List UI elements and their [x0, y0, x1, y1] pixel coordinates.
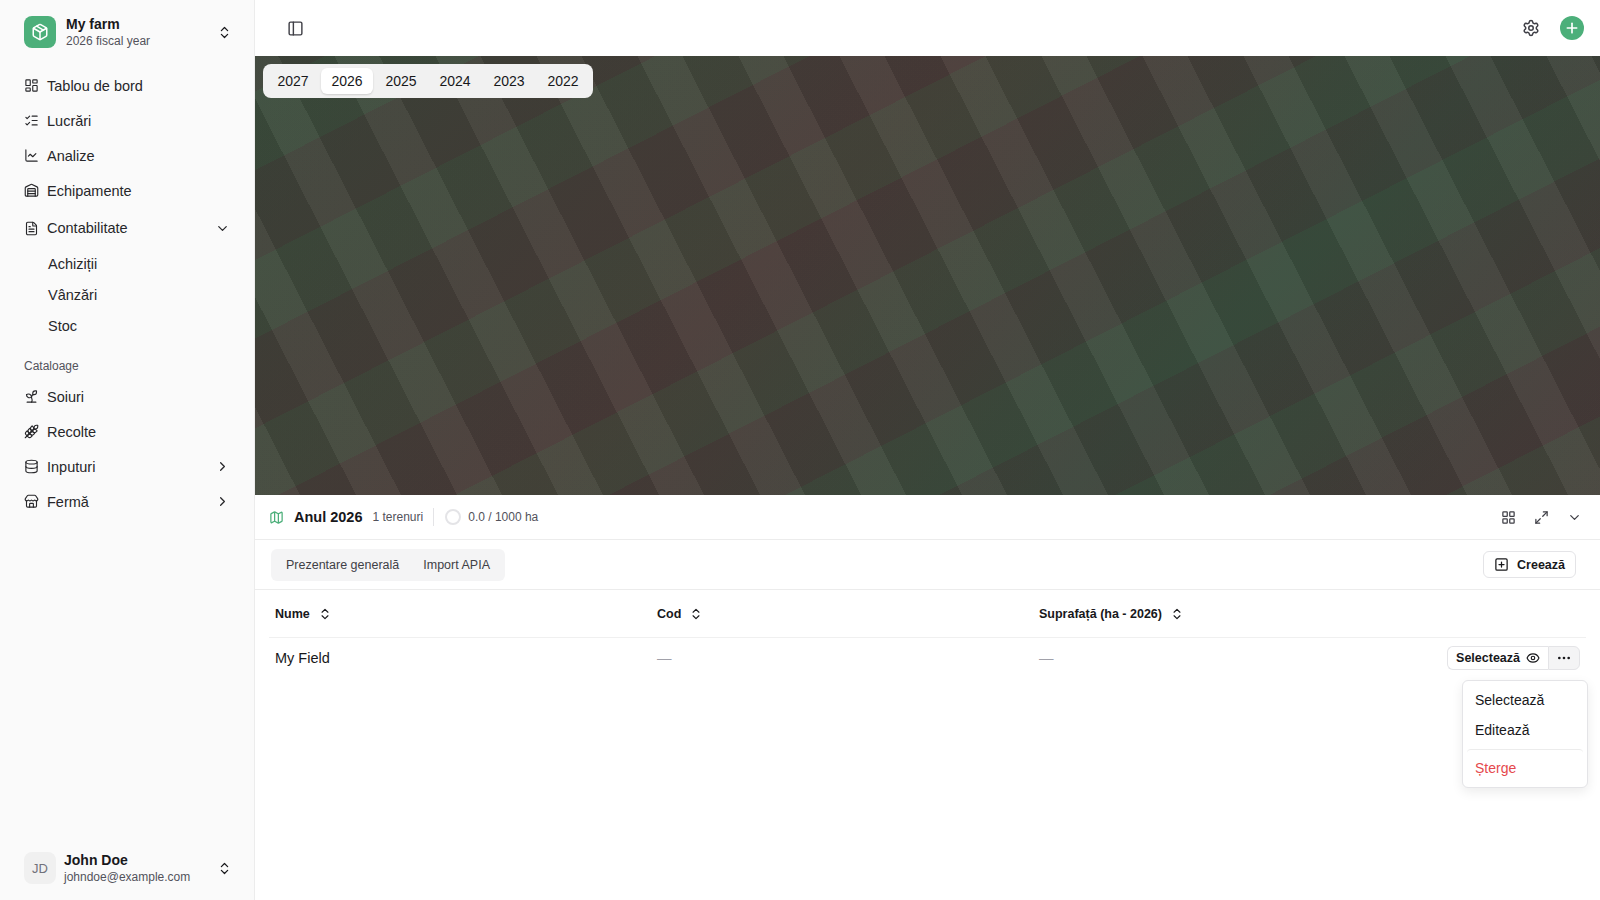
menu-item[interactable]: Selectează — [1467, 685, 1583, 715]
farm-logo-icon — [31, 23, 49, 41]
menu-item[interactable]: Editează — [1467, 715, 1583, 745]
year-tab[interactable]: 2023 — [483, 68, 535, 94]
main-nav: Tablou de bordLucrăriAnalizeEchipamenteC… — [16, 68, 238, 341]
chevron-right-icon — [215, 494, 230, 509]
collapse-button[interactable] — [1563, 506, 1586, 529]
panel-header: Anul 2026 1 terenuri 0.0 / 1000 ha — [255, 495, 1600, 540]
user-email: johndoe@example.com — [64, 870, 209, 884]
nav-icon — [24, 183, 39, 198]
satellite-map[interactable]: 202720262025202420232022 — [255, 56, 1600, 495]
select-button[interactable]: Selectează — [1447, 646, 1548, 670]
table-cell: — — [1039, 650, 1440, 666]
plus-icon — [1564, 20, 1580, 36]
tabs-row: Prezentare generalăImport APIA Creează — [255, 540, 1600, 590]
expand-button[interactable] — [1530, 506, 1553, 529]
table-cell: My Field — [275, 650, 657, 666]
map-icon — [269, 510, 284, 525]
sidebar-item[interactable]: Fermă — [16, 484, 238, 519]
row-actions: SelecteazăSelecteazăEditeazăȘterge — [1440, 646, 1580, 670]
org-name: My farm — [66, 16, 207, 32]
fields-panel: Anul 2026 1 terenuri 0.0 / 1000 ha Prezenta… — [255, 495, 1600, 900]
year-tab[interactable]: 2022 — [537, 68, 589, 94]
year-tab[interactable]: 2027 — [267, 68, 319, 94]
chevron-down-icon — [215, 221, 230, 236]
sidebar-toggle[interactable] — [283, 16, 308, 41]
settings-button[interactable] — [1518, 15, 1544, 41]
nav-icon — [24, 459, 39, 474]
gear-icon — [1522, 19, 1540, 37]
year-tab[interactable]: 2026 — [321, 68, 373, 94]
nav-icon — [24, 494, 39, 509]
create-button[interactable]: Creează — [1483, 551, 1576, 578]
tab[interactable]: Prezentare generală — [274, 552, 411, 578]
year-tab[interactable]: 2025 — [375, 68, 427, 94]
org-subtitle: 2026 fiscal year — [66, 34, 207, 48]
sidebar-subitem[interactable]: Stoc — [16, 310, 238, 341]
table-header: NumeCodSuprafață (ha - 2026) — [269, 590, 1586, 638]
row-menu: SelecteazăEditează Șterge — [1462, 680, 1588, 788]
nav-icon — [24, 424, 39, 439]
switch-icon — [217, 861, 232, 876]
avatar: JD — [24, 852, 56, 884]
sidebar: My farm 2026 fiscal year Tablou de bordLuc… — [0, 0, 255, 900]
eye-icon — [1526, 651, 1540, 665]
user-menu[interactable]: JD John Doe johndoe@example.com — [16, 848, 238, 888]
area-usage: 0.0 / 1000 ha — [468, 510, 538, 524]
main: 202720262025202420232022 Anul 2026 1 teren… — [255, 0, 1600, 900]
sidebar-subitem[interactable]: Vânzări — [16, 279, 238, 310]
sidebar-item[interactable]: Lucrări — [16, 103, 238, 138]
sidebar-item[interactable]: Recolte — [16, 414, 238, 449]
sidebar-item[interactable]: Tablou de bord — [16, 68, 238, 103]
nav-icon — [24, 221, 39, 236]
chevron-right-icon — [215, 459, 230, 474]
panel-left-icon — [287, 20, 304, 37]
year-tab[interactable]: 2024 — [429, 68, 481, 94]
layout-button[interactable] — [1497, 506, 1520, 529]
sort-icon — [318, 607, 332, 621]
grid-icon — [1501, 510, 1516, 525]
user-name: John Doe — [64, 852, 209, 868]
expand-icon — [1534, 510, 1549, 525]
sidebar-item[interactable]: Analize — [16, 138, 238, 173]
sort-icon — [1170, 607, 1184, 621]
add-field-icon — [1494, 557, 1509, 572]
more-icon — [1556, 650, 1572, 666]
top-bar — [255, 0, 1600, 56]
section-heading: Cataloage — [16, 341, 238, 379]
catalog-nav: SoiuriRecolteInputuriFermă — [16, 379, 238, 519]
sidebar-item[interactable]: Contabilitate — [16, 208, 238, 248]
nav-icon — [24, 148, 39, 163]
add-button[interactable] — [1560, 16, 1584, 40]
sort-icon — [689, 607, 703, 621]
nav-icon — [24, 78, 39, 93]
sidebar-item[interactable]: Inputuri — [16, 449, 238, 484]
switch-icon — [217, 25, 232, 40]
sidebar-item[interactable]: Echipamente — [16, 173, 238, 208]
more-button[interactable] — [1548, 646, 1580, 670]
progress-ring-icon — [444, 508, 462, 526]
year-tabs: 202720262025202420232022 — [263, 64, 593, 98]
column-header[interactable]: Suprafață (ha - 2026) — [1039, 607, 1440, 621]
nav-icon — [24, 389, 39, 404]
chevron-down-icon — [1567, 510, 1582, 525]
field-count: 1 terenuri — [373, 510, 424, 524]
app: My farm 2026 fiscal year Tablou de bordLuc… — [0, 0, 1600, 900]
column-header[interactable]: Cod — [657, 607, 1039, 621]
org-logo — [24, 16, 56, 48]
panel-title: Anul 2026 — [294, 509, 363, 525]
sidebar-item[interactable]: Soiuri — [16, 379, 238, 414]
tab-group: Prezentare generalăImport APIA — [271, 549, 505, 581]
nav-icon — [24, 113, 39, 128]
table-row[interactable]: My Field——SelecteazăSelecteazăEditeazăȘt… — [269, 638, 1586, 678]
table-cell: — — [657, 650, 1039, 666]
menu-item[interactable]: Șterge — [1467, 749, 1583, 783]
sidebar-subitem[interactable]: Achiziții — [16, 248, 238, 279]
org-switcher[interactable]: My farm 2026 fiscal year — [16, 12, 238, 52]
column-header[interactable]: Nume — [275, 607, 657, 621]
fields-table: NumeCodSuprafață (ha - 2026)My Field——Se… — [255, 590, 1600, 678]
tab[interactable]: Import APIA — [411, 552, 502, 578]
